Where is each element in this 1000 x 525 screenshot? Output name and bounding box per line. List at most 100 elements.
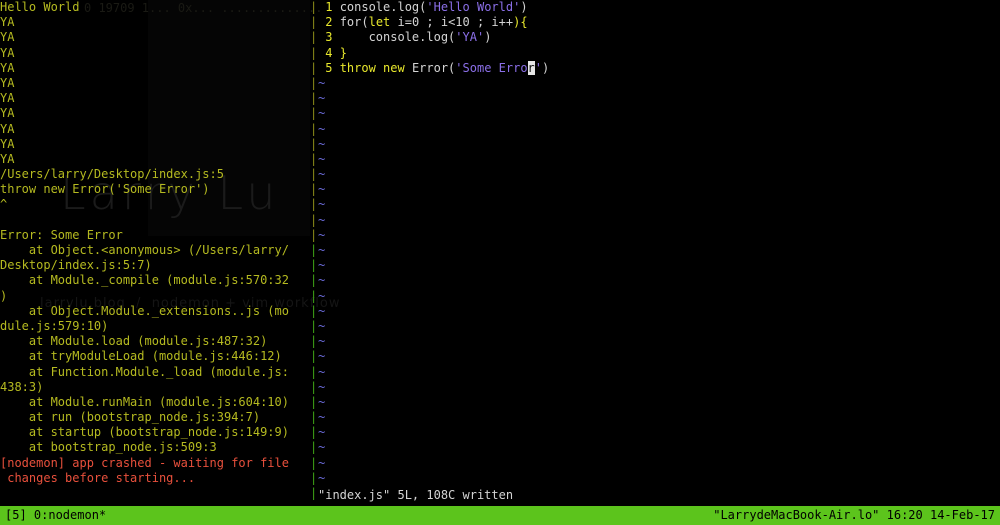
empty-line: ~ bbox=[318, 152, 1000, 167]
code-token: console.log( bbox=[339, 30, 456, 45]
code-token: ) bbox=[520, 0, 528, 14]
divider-glyph: | bbox=[310, 410, 318, 425]
tilde-icon: ~ bbox=[318, 379, 326, 394]
code-line[interactable]: 5 throw new Error('Some Error') bbox=[318, 60, 1000, 76]
divider-cell[interactable]: | bbox=[310, 0, 318, 15]
divider-glyph: | bbox=[310, 182, 318, 197]
divider-cell[interactable]: | bbox=[310, 334, 318, 349]
output-line-text: YA bbox=[0, 60, 15, 75]
output-line-text: at Object.Module._extensions..js (mo bbox=[0, 303, 289, 318]
empty-line: ~ bbox=[318, 456, 1000, 471]
empty-line: ~ bbox=[318, 167, 1000, 182]
code-token: 'Hello World' bbox=[426, 0, 521, 14]
output-line: /Users/larry/Desktop/index.js:5 bbox=[0, 167, 310, 182]
output-line: Desktop/index.js:5:7) bbox=[0, 258, 310, 273]
tilde-icon: ~ bbox=[318, 182, 326, 197]
output-line-text: at bootstrap_node.js:509:3 bbox=[0, 440, 217, 455]
output-line: [nodemon] app crashed - waiting for file bbox=[0, 456, 310, 471]
divider-glyph: | bbox=[310, 349, 318, 364]
divider-cell[interactable]: | bbox=[310, 152, 318, 167]
output-line-text: at Function.Module._load (module.js: bbox=[0, 364, 289, 379]
code-token: } bbox=[339, 45, 347, 60]
output-line: ) bbox=[0, 289, 310, 304]
divider-cell[interactable]: | bbox=[310, 61, 318, 76]
output-line-text: YA bbox=[0, 30, 15, 45]
divider-cell[interactable]: | bbox=[310, 91, 318, 106]
nodemon-output-pane[interactable]: Hello World YA YA YA YA YA YA YA YA YA YA/Users/la… bbox=[0, 0, 310, 501]
divider-cell[interactable]: | bbox=[310, 273, 318, 288]
divider-cell[interactable]: | bbox=[310, 106, 318, 121]
divider-cell[interactable]: | bbox=[310, 304, 318, 319]
divider-glyph: | bbox=[310, 91, 318, 106]
tmux-status-bar[interactable]: [5] 0:nodemon* "LarrydeMacBook-Air.lo" 1… bbox=[0, 506, 1000, 525]
divider-cell[interactable]: | bbox=[310, 182, 318, 197]
tilde-icon: ~ bbox=[318, 212, 326, 227]
divider-cell[interactable]: | bbox=[310, 410, 318, 425]
output-line-text: ^ bbox=[0, 197, 8, 212]
divider-cell[interactable]: | bbox=[310, 380, 318, 395]
output-line-text: /Users/larry/Desktop/index.js:5 bbox=[0, 167, 224, 182]
divider-glyph: | bbox=[310, 212, 318, 227]
divider-cell[interactable]: | bbox=[310, 440, 318, 455]
divider-cell[interactable]: | bbox=[310, 258, 318, 273]
divider-cell[interactable]: | bbox=[310, 30, 318, 45]
tmux-host-clock-label: "LarrydeMacBook-Air.lo" 16:20 14-Feb-17 bbox=[713, 507, 995, 522]
code-line[interactable]: 4 } bbox=[318, 46, 1000, 61]
divider-cell[interactable]: | bbox=[310, 319, 318, 334]
divider-cell[interactable]: | bbox=[310, 197, 318, 212]
divider-cell[interactable]: | bbox=[310, 365, 318, 380]
divider-glyph: | bbox=[310, 486, 318, 500]
vim-editor-pane[interactable]: 1 console.log('Hello World') 2 for(let i… bbox=[318, 0, 1000, 486]
output-line-text: Error: Some Error bbox=[0, 227, 123, 242]
divider-glyph: | bbox=[310, 30, 318, 45]
divider-cell[interactable]: | bbox=[310, 425, 318, 440]
divider-cell[interactable]: | bbox=[310, 46, 318, 61]
divider-glyph: | bbox=[310, 151, 318, 166]
tilde-icon: ~ bbox=[318, 303, 326, 318]
output-line-text: YA bbox=[0, 121, 15, 136]
empty-line: ~ bbox=[318, 349, 1000, 364]
output-line-text: at tryModuleLoad (module.js:446:12) bbox=[0, 349, 282, 364]
tmux-session-window-label[interactable]: [5] 0:nodemon* bbox=[0, 508, 106, 523]
code-line[interactable]: 3 console.log('YA') bbox=[318, 30, 1000, 45]
tilde-icon: ~ bbox=[318, 470, 326, 485]
divider-glyph: | bbox=[310, 243, 318, 257]
divider-cell[interactable]: | bbox=[310, 471, 318, 486]
code-line[interactable]: 1 console.log('Hello World') bbox=[318, 0, 1000, 15]
empty-line: ~ bbox=[318, 319, 1000, 334]
divider-cell[interactable]: | bbox=[310, 486, 318, 501]
divider-glyph: | bbox=[310, 425, 318, 440]
divider-cell[interactable]: | bbox=[310, 395, 318, 410]
pane-divider[interactable]: | | | | | | | | | | | | | | | | | | | | | | | | | | | | | | | | | bbox=[310, 0, 318, 501]
code-line[interactable]: 2 for(let i=0 ; i<10 ; i++){ bbox=[318, 15, 1000, 30]
divider-glyph: | bbox=[310, 106, 318, 121]
divider-cell[interactable]: | bbox=[310, 456, 318, 471]
divider-cell[interactable]: | bbox=[310, 228, 318, 243]
tilde-icon: ~ bbox=[318, 288, 326, 303]
divider-cell[interactable]: | bbox=[310, 15, 318, 30]
code-token: ) bbox=[484, 30, 492, 45]
output-line-text: at Module.runMain (module.js:604:10) bbox=[0, 394, 289, 409]
divider-cell[interactable]: | bbox=[310, 349, 318, 364]
divider-glyph: | bbox=[310, 273, 318, 288]
tilde-icon: ~ bbox=[318, 349, 326, 364]
output-line: at Module._compile (module.js:570:32 bbox=[0, 273, 310, 288]
tilde-icon: ~ bbox=[318, 364, 326, 379]
divider-glyph: | bbox=[310, 121, 318, 136]
divider-cell[interactable]: | bbox=[310, 167, 318, 182]
output-line: YA bbox=[0, 76, 310, 91]
divider-cell[interactable]: | bbox=[310, 137, 318, 152]
divider-glyph: | bbox=[310, 334, 318, 349]
divider-cell[interactable]: | bbox=[310, 243, 318, 258]
line-number: 1 bbox=[318, 0, 340, 14]
output-line: throw new Error('Some Error') bbox=[0, 182, 310, 197]
output-line-text: YA bbox=[0, 106, 15, 121]
divider-cell[interactable]: | bbox=[310, 289, 318, 304]
divider-cell[interactable]: | bbox=[310, 76, 318, 91]
output-line-text: at Object.<anonymous> (/Users/larry/ bbox=[0, 243, 289, 257]
divider-cell[interactable]: | bbox=[310, 213, 318, 228]
divider-cell[interactable]: | bbox=[310, 122, 318, 137]
empty-line: ~ bbox=[318, 380, 1000, 395]
tilde-icon: ~ bbox=[318, 136, 326, 151]
empty-line: ~ bbox=[318, 213, 1000, 228]
